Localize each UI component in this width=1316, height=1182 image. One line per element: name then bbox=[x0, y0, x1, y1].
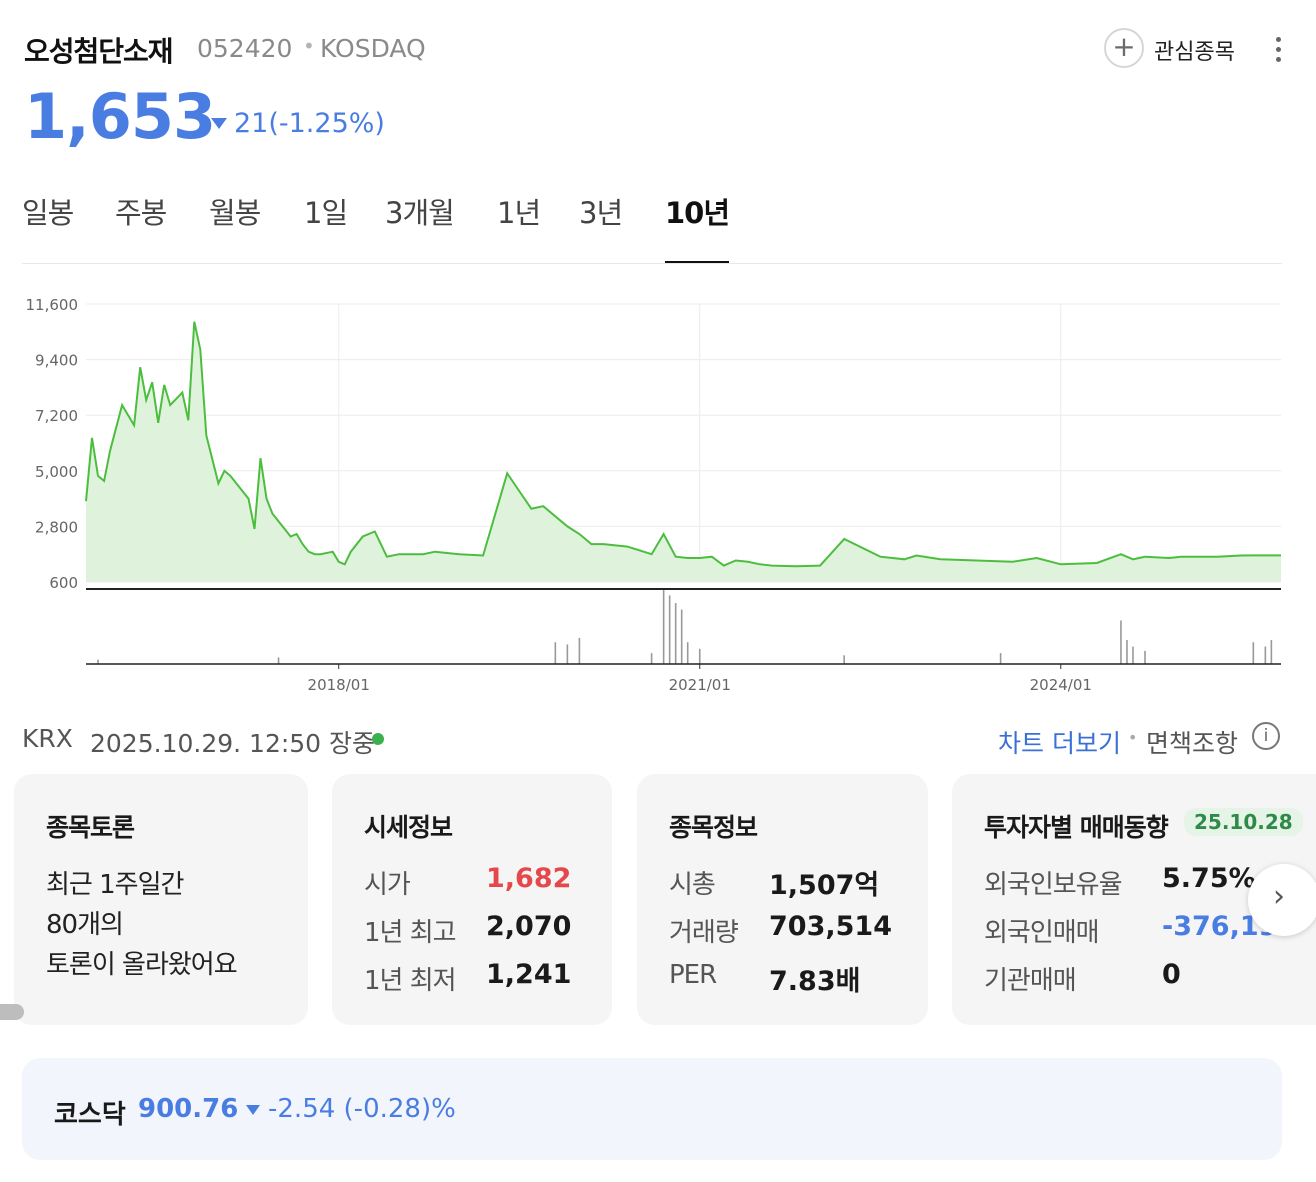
exchange-label: KRX bbox=[22, 724, 73, 753]
volume-bar bbox=[1252, 642, 1255, 664]
price-area-fill bbox=[86, 321, 1281, 582]
volume-bar bbox=[1126, 640, 1128, 664]
disclaimer-link[interactable]: 면책조항 bbox=[1146, 724, 1238, 760]
volume-bar bbox=[680, 609, 683, 664]
card-title: 종목정보 bbox=[669, 813, 758, 842]
chevron-right-icon[interactable]: › bbox=[1248, 864, 1316, 936]
market-cap-label: 시총 bbox=[669, 870, 716, 900]
volume-bar bbox=[650, 653, 653, 664]
chart-more-link[interactable]: 차트 더보기 bbox=[998, 724, 1121, 760]
tab-weekly[interactable]: 주봉 bbox=[115, 190, 167, 263]
volume-bar bbox=[1120, 620, 1122, 664]
kosdaq-index-bar[interactable]: 코스닥 900.76 -2.54 (-0.28)% bbox=[22, 1058, 1282, 1160]
index-change: -2.54 (-0.28)% bbox=[268, 1094, 456, 1124]
year-high-label: 1년 최고 bbox=[364, 918, 457, 948]
x-tick-label: 2024/01 bbox=[1030, 676, 1092, 694]
y-tick-label: 2,800 bbox=[35, 518, 78, 536]
tab-3month[interactable]: 3개월 bbox=[385, 190, 455, 263]
volume-bar bbox=[566, 644, 569, 664]
stock-name: 오성첨단소재 bbox=[24, 35, 174, 68]
volume-value: 703,514 bbox=[769, 911, 892, 942]
foreign-trade-label: 외국인매매 bbox=[984, 918, 1100, 948]
plus-icon: + bbox=[1104, 28, 1144, 68]
x-tick-label: 2018/01 bbox=[308, 676, 370, 694]
discussion-card[interactable]: 종목토론 최근 1주일간 80개의 토론이 올라왔어요 bbox=[14, 774, 308, 1025]
open-price-value: 1,682 bbox=[486, 863, 572, 894]
tab-daily[interactable]: 일봉 bbox=[22, 190, 74, 263]
volume-bar bbox=[1270, 640, 1273, 664]
card-title: 투자자별 매매동향 bbox=[984, 813, 1169, 842]
per-label: PER bbox=[669, 960, 717, 990]
y-tick-label: 9,400 bbox=[35, 352, 78, 370]
volume-bar bbox=[698, 648, 701, 664]
open-price-label: 시가 bbox=[364, 870, 411, 900]
volume-bar bbox=[686, 642, 689, 664]
current-price: 1,653 bbox=[24, 80, 216, 153]
watchlist-label: 관심종목 bbox=[1154, 40, 1235, 65]
triangle-down-icon bbox=[246, 1105, 260, 1115]
price-chart[interactable]: 11,600 9,400 7,200 5,000 2,800 600 2018/01 2021… bbox=[0, 280, 1316, 700]
more-vertical-icon[interactable] bbox=[1267, 34, 1289, 64]
x-tick-label: 2021/01 bbox=[669, 676, 731, 694]
triangle-down-icon bbox=[211, 118, 227, 129]
foreign-ratio-value: 5.75% bbox=[1162, 863, 1256, 894]
volume-label: 거래량 bbox=[669, 918, 739, 948]
stock-header: 오성첨단소재 052420 • KOSDAQ + 관심종목 bbox=[24, 28, 1294, 72]
stock-market: KOSDAQ bbox=[320, 34, 426, 63]
stock-code: 052420 bbox=[197, 34, 293, 63]
volume-bar bbox=[668, 595, 671, 664]
date-badge: 25.10.28 bbox=[1184, 808, 1303, 836]
volume-bar bbox=[1264, 646, 1267, 664]
tab-3year[interactable]: 3년 bbox=[579, 190, 623, 263]
discussion-line: 최근 1주일간 bbox=[46, 870, 184, 900]
period-tabs: 일봉 주봉 월봉 1일 3개월 1년 3년 10년 bbox=[22, 190, 1282, 264]
per-value: 7.83배 bbox=[769, 966, 861, 997]
year-high-value: 2,070 bbox=[486, 911, 572, 942]
institution-trade-value: 0 bbox=[1162, 959, 1181, 990]
price-change: 21(-1.25%) bbox=[234, 108, 385, 139]
year-low-label: 1년 최저 bbox=[364, 966, 457, 996]
institution-trade-label: 기관매매 bbox=[984, 966, 1077, 996]
foreign-ratio-label: 외국인보유율 bbox=[984, 870, 1123, 900]
market-cap-value: 1,507억 bbox=[769, 870, 880, 901]
timestamp: 2025.10.29. 12:50 장중 bbox=[90, 729, 376, 758]
volume-bar bbox=[554, 642, 557, 664]
y-tick-label: 7,200 bbox=[35, 407, 78, 425]
discussion-line: 토론이 올라왔어요 bbox=[46, 950, 238, 980]
live-status-dot bbox=[372, 733, 384, 745]
volume-bar bbox=[1132, 646, 1134, 664]
y-tick-label: 600 bbox=[49, 574, 78, 592]
tab-1year[interactable]: 1년 bbox=[497, 190, 541, 263]
year-low-value: 1,241 bbox=[486, 959, 572, 990]
card-title: 종목토론 bbox=[46, 813, 135, 842]
status-row: KRX 2025.10.29. 12:50 장중 차트 더보기 • 면책조항 i bbox=[22, 720, 1292, 760]
discussion-line: 80개의 bbox=[46, 910, 124, 940]
tab-monthly[interactable]: 월봉 bbox=[209, 190, 261, 263]
volume-bar bbox=[843, 655, 845, 664]
volume-bar bbox=[277, 657, 280, 664]
volume-bar bbox=[662, 590, 665, 664]
info-icon[interactable]: i bbox=[1252, 722, 1280, 750]
price-row: 1,653 21(-1.25%) bbox=[24, 80, 624, 153]
volume-bar bbox=[578, 637, 581, 664]
card-title: 시세정보 bbox=[364, 813, 453, 842]
tab-10year[interactable]: 10년 bbox=[665, 190, 730, 263]
stock-info-card[interactable]: 종목정보 시총 1,507억 거래량 703,514 PER 7.83배 bbox=[637, 774, 928, 1025]
chart-svg: 11,600 9,400 7,200 5,000 2,800 600 2018/01 2021… bbox=[26, 296, 1281, 694]
volume-bar bbox=[1144, 650, 1146, 664]
tab-1day[interactable]: 1일 bbox=[304, 190, 348, 263]
watchlist-button[interactable]: + 관심종목 bbox=[1104, 28, 1254, 70]
separator-dot: • bbox=[303, 34, 315, 58]
index-name: 코스닥 bbox=[54, 1100, 126, 1130]
market-info-card[interactable]: 시세정보 시가 1,682 1년 최고 2,070 1년 최저 1,241 bbox=[332, 774, 612, 1025]
separator-dot: • bbox=[1128, 728, 1138, 747]
scroll-indicator bbox=[0, 1004, 24, 1020]
volume-bar bbox=[674, 603, 677, 664]
y-tick-label: 11,600 bbox=[26, 296, 79, 314]
y-tick-label: 5,000 bbox=[35, 463, 78, 481]
index-value: 900.76 bbox=[138, 1094, 239, 1124]
info-cards: 종목토론 최근 1주일간 80개의 토론이 올라왔어요 시세정보 시가 1,68… bbox=[0, 774, 1316, 1026]
volume-bar bbox=[999, 653, 1002, 664]
